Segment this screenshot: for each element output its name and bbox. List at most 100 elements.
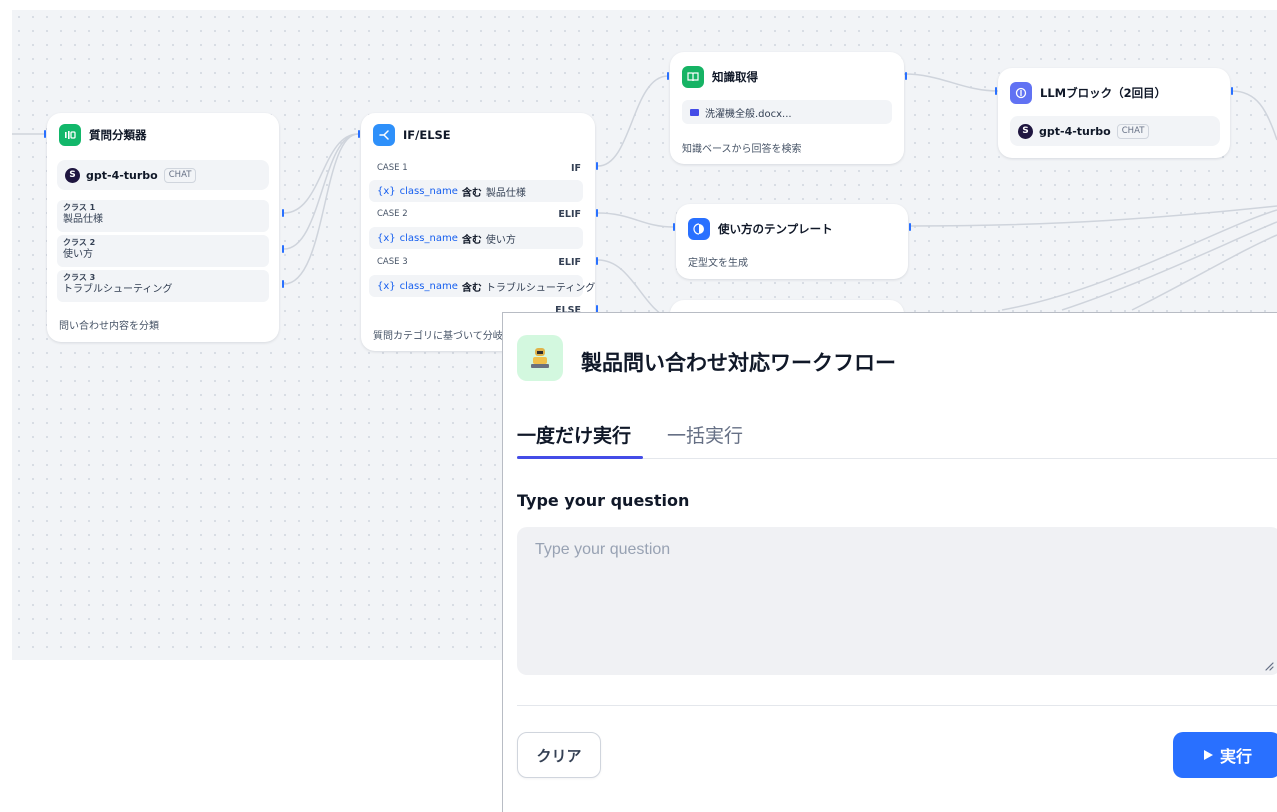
openai-logo-icon: S <box>65 167 80 183</box>
condition-value: トラブルシューティング <box>485 282 596 294</box>
variable-icon: {x} <box>377 185 396 197</box>
case-3-keyword: ELIF <box>558 257 581 268</box>
edge-branch-b <box>1061 221 1277 311</box>
question-field-label: Type your question <box>517 491 690 510</box>
question-classifier-node[interactable]: 質問分類器 S gpt-4-turbo CHAT クラス 1 製品仕様 クラス … <box>44 113 284 342</box>
node-title: IF/ELSE <box>403 128 451 142</box>
question-classifier-icon <box>59 124 81 146</box>
node-description: 知識ベースから回答を検索 <box>682 144 802 155</box>
active-tab-indicator <box>517 456 643 459</box>
openai-logo-icon: S <box>1018 123 1033 139</box>
run-button[interactable]: 実行 <box>1173 732 1277 778</box>
node-description: 問い合わせ内容を分類 <box>59 321 159 332</box>
node-description: 質問カテゴリに基づいて分岐 <box>373 331 503 342</box>
class-row-2[interactable]: クラス 2 使い方 <box>57 235 269 267</box>
folder-icon <box>690 108 699 116</box>
condition-operator: 含む <box>461 234 482 246</box>
input-handle[interactable] <box>995 87 997 95</box>
model-selector[interactable]: S gpt-4-turbo CHAT <box>1010 116 1220 146</box>
knowledge-retrieval-node[interactable]: 知識取得 洗濯機全般.docx... 知識ベースから回答を検索 <box>667 52 907 164</box>
edge-branch-a <box>1001 209 1277 311</box>
node-title: 知識取得 <box>712 70 758 84</box>
class-1-handle[interactable] <box>282 209 284 217</box>
condition-variable: class_name <box>399 185 458 197</box>
input-handle[interactable] <box>673 223 675 231</box>
edge-template-out <box>909 205 1277 227</box>
node-title: 質問分類器 <box>89 128 147 142</box>
case-2-keyword: ELIF <box>558 209 581 220</box>
edge-elif2-next <box>597 259 673 321</box>
case-1-keyword: IF <box>570 163 581 174</box>
input-handle[interactable] <box>667 72 669 80</box>
branch-icon <box>373 124 395 146</box>
edge-class3-ifelse <box>283 133 359 285</box>
elif-1-handle[interactable] <box>596 209 598 217</box>
model-tag: CHAT <box>1116 123 1150 139</box>
run-panel: 製品問い合わせ対応ワークフロー 一度だけ実行 一括実行 Type your qu… <box>502 312 1277 812</box>
node-description: 定型文を生成 <box>688 258 748 269</box>
app-title: 製品問い合わせ対応ワークフロー <box>581 351 896 375</box>
template-node[interactable]: 使い方のテンプレート 定型文を生成 <box>673 204 911 279</box>
case-2-condition[interactable]: {x} class_name 含む 使い方 <box>369 227 583 249</box>
llm-brain-icon <box>1010 82 1032 104</box>
edge-class2-ifelse <box>283 133 359 250</box>
resize-handle-icon[interactable] <box>1264 661 1274 671</box>
if-handle[interactable] <box>596 162 598 170</box>
condition-variable: class_name <box>399 280 458 292</box>
class-value: 使い方 <box>63 249 93 260</box>
condition-value: 使い方 <box>485 234 516 246</box>
edge-class1-ifelse <box>283 133 359 214</box>
output-handle[interactable] <box>909 223 911 231</box>
class-3-handle[interactable] <box>282 280 284 288</box>
class-value: 製品仕様 <box>63 214 103 225</box>
class-key: クラス 3 <box>63 273 96 282</box>
condition-value: 製品仕様 <box>485 187 526 199</box>
app-icon <box>517 335 563 381</box>
condition-operator: 含む <box>461 282 482 294</box>
condition-operator: 含む <box>461 187 482 199</box>
template-icon <box>688 218 710 240</box>
case-1-condition[interactable]: {x} class_name 含む 製品仕様 <box>369 180 583 202</box>
input-handle[interactable] <box>44 130 46 138</box>
edge-if-knowledge <box>597 75 669 167</box>
edge-knowledge-llm <box>903 73 999 92</box>
play-icon <box>1203 750 1213 760</box>
edge-branch-c <box>1131 234 1277 311</box>
model-name: gpt-4-turbo <box>86 168 158 182</box>
class-2-handle[interactable] <box>282 245 284 253</box>
edge-elif1-template <box>597 212 675 228</box>
output-handle[interactable] <box>905 72 907 80</box>
run-button-label: 実行 <box>1219 749 1252 766</box>
model-name: gpt-4-turbo <box>1039 124 1111 138</box>
case-2-label: CASE 2 <box>377 209 408 219</box>
model-tag: CHAT <box>163 167 197 183</box>
tab-batch-run[interactable]: 一括実行 <box>667 421 743 448</box>
knowledge-file[interactable]: 洗濯機全般.docx... <box>682 100 892 124</box>
edge-llm-out <box>1231 90 1277 141</box>
llm-node[interactable]: LLMブロック（2回目） S gpt-4-turbo CHAT <box>995 68 1233 158</box>
variable-icon: {x} <box>377 280 396 292</box>
robot-worker-icon <box>531 348 549 368</box>
class-row-1[interactable]: クラス 1 製品仕様 <box>57 200 269 232</box>
book-icon <box>682 66 704 88</box>
tab-run-once[interactable]: 一度だけ実行 <box>517 421 631 448</box>
class-key: クラス 2 <box>63 238 96 247</box>
case-3-condition[interactable]: {x} class_name 含む トラブルシューティング <box>369 275 595 297</box>
footer-divider <box>517 705 1277 706</box>
class-key: クラス 1 <box>63 203 96 212</box>
node-title: 使い方のテンプレート <box>718 222 833 236</box>
node-title: LLMブロック（2回目） <box>1040 86 1167 100</box>
question-input[interactable] <box>517 527 1277 675</box>
condition-variable: class_name <box>399 232 458 244</box>
case-1-label: CASE 1 <box>377 163 408 173</box>
file-name: 洗濯機全般.docx... <box>705 108 792 120</box>
model-selector[interactable]: S gpt-4-turbo CHAT <box>57 160 269 190</box>
elif-2-handle[interactable] <box>596 257 598 265</box>
output-handle[interactable] <box>1231 87 1233 95</box>
case-3-label: CASE 3 <box>377 257 408 267</box>
input-handle[interactable] <box>358 130 360 138</box>
class-value: トラブルシューティング <box>63 284 173 295</box>
class-row-3[interactable]: クラス 3 トラブルシューティング <box>57 270 269 302</box>
clear-button[interactable]: クリア <box>517 732 601 778</box>
variable-icon: {x} <box>377 232 396 244</box>
